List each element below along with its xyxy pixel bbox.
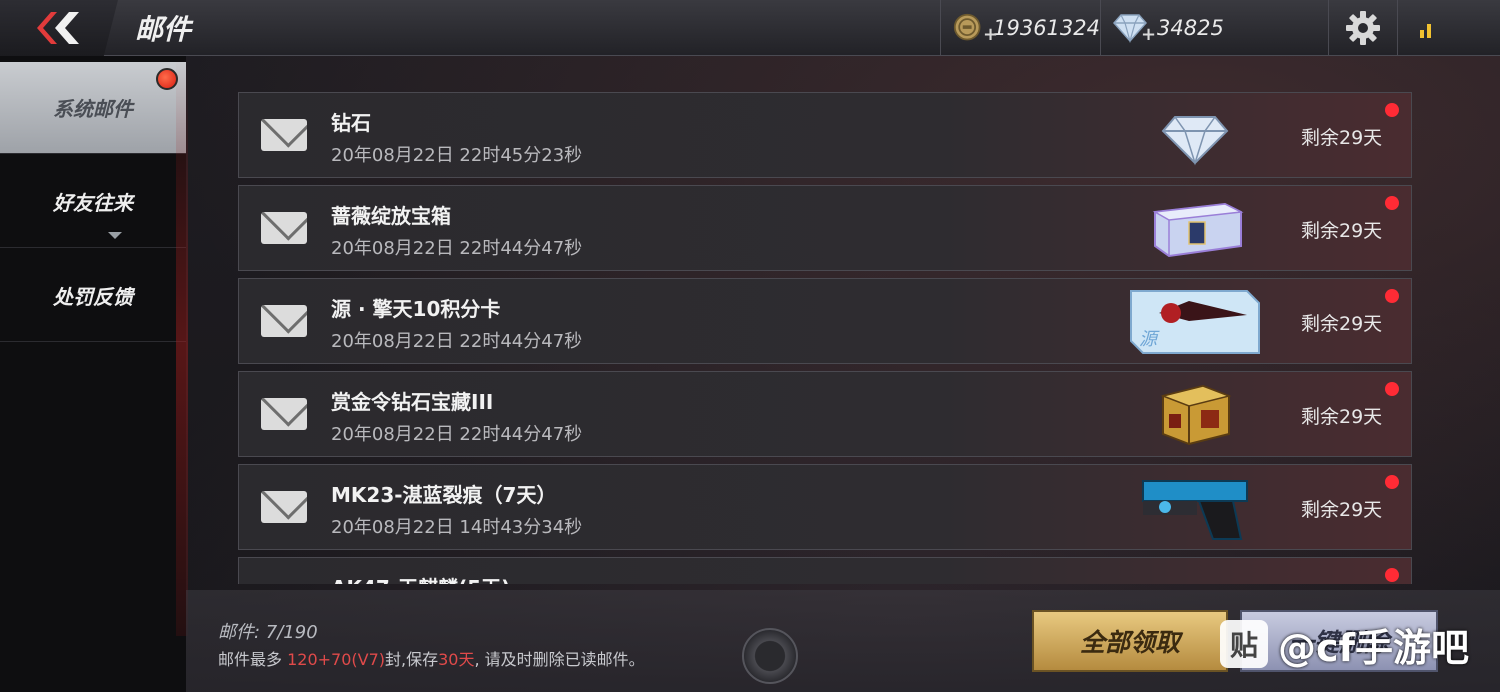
mail-remaining-days: 剩余29天 [1301, 220, 1383, 242]
watermark-text: @cf手游吧 [1278, 625, 1470, 670]
treasure-box-icon [1152, 202, 1244, 258]
tieba-logo: 贴 [1220, 620, 1268, 668]
gold-plus-icon[interactable]: + [983, 24, 998, 45]
sidebar-item-label: 处罚反馈 [53, 285, 133, 309]
settings-button[interactable] [1328, 0, 1398, 56]
page-title: 邮件 [135, 13, 192, 46]
mail-title: 钻石 [331, 111, 371, 135]
note-limit: 120+70(V7) [287, 650, 386, 669]
sidebar-item-penalty-feedback[interactable]: 处罚反馈 [0, 250, 186, 342]
sidebar-item-label: 系统邮件 [53, 97, 133, 121]
mail-time: 20年08月22日 22时44分47秒 [331, 424, 583, 445]
envelope-icon [261, 305, 307, 337]
claim-all-button[interactable]: 全部领取 [1032, 610, 1228, 672]
unread-dot [1385, 103, 1399, 117]
note-prefix: 邮件最多 [218, 650, 288, 669]
home-button[interactable] [742, 628, 798, 684]
gold-value: 19361324 [993, 16, 1100, 40]
mail-time: 20年08月22日 22时44分47秒 [331, 238, 583, 259]
double-chevron-left-icon [37, 12, 79, 44]
mail-count: 邮件: 7/190 [218, 622, 318, 643]
back-button[interactable] [0, 0, 118, 56]
mail-remaining-days: 剩余29天 [1301, 127, 1383, 149]
mail-title: 源 · 擎天10积分卡 [331, 297, 501, 321]
envelope-icon [261, 212, 307, 244]
envelope-icon [261, 119, 307, 151]
mail-title: AK47-天麒麟(5天) [331, 572, 510, 584]
mail-remaining-days: 剩余29天 [1301, 499, 1383, 521]
unread-dot [1385, 196, 1399, 210]
sidebar-item-friends-mail[interactable]: 好友往来 [0, 156, 186, 248]
mail-time: 20年08月22日 22时44分47秒 [331, 331, 583, 352]
mail-remaining-days: 剩余29天 [1301, 406, 1383, 428]
mail-row[interactable]: 源 · 擎天10积分卡 20年08月22日 22时44分47秒 源 剩余29天 [238, 278, 1412, 364]
notification-badge [156, 68, 178, 90]
points-card-icon: 源 [1130, 290, 1260, 354]
sidebar-item-system-mail[interactable]: 系统邮件 [0, 62, 186, 154]
pistol-icon [1142, 480, 1248, 540]
mail-list[interactable]: 钻石 20年08月22日 22时45分23秒 剩余29天 蔷薇绽放宝箱 20年0… [238, 92, 1412, 584]
dropdown-arrow-icon [108, 232, 122, 239]
note-suffix: , 请及时删除已读邮件。 [474, 650, 645, 669]
gold-currency[interactable]: + 19361324 [940, 0, 1100, 56]
mail-row[interactable]: MK23-湛蓝裂痕（7天） 20年08月22日 14时43分34秒 剩余29天 [238, 464, 1412, 550]
gear-icon [1346, 11, 1380, 45]
mail-title: 蔷薇绽放宝箱 [331, 204, 451, 228]
top-bar: 邮件 + 19361324 + 34825 [0, 0, 1500, 56]
rifle-icon [1129, 566, 1261, 584]
diamond-plus-icon[interactable]: + [1141, 24, 1156, 45]
diamond-icon [1161, 116, 1229, 166]
mail-storage-note: 邮件最多 120+70(V7)封,保存30天, 请及时删除已读邮件。 [218, 646, 645, 670]
envelope-icon [261, 398, 307, 430]
note-days: 30天 [438, 650, 475, 669]
unread-dot [1385, 475, 1399, 489]
unread-dot [1385, 568, 1399, 582]
gold-coin-icon [953, 13, 981, 41]
sidebar-item-label: 好友往来 [53, 191, 133, 215]
watermark: 贴 @cf手游吧 [1220, 612, 1469, 676]
mail-row[interactable]: 赏金令钻石宝藏III 20年08月22日 22时44分47秒 剩余29天 [238, 371, 1412, 457]
diamond-value: 34825 [1157, 16, 1224, 40]
mail-title: 赏金令钻石宝藏III [331, 390, 494, 414]
mail-title: MK23-湛蓝裂痕（7天） [331, 483, 557, 507]
note-mid: 封,保存 [385, 650, 439, 669]
unread-dot [1385, 382, 1399, 396]
mail-row[interactable]: AK47-天麒麟(5天) [238, 557, 1412, 584]
unread-dot [1385, 289, 1399, 303]
mail-time: 20年08月22日 14时43分34秒 [331, 517, 583, 538]
gold-chest-icon [1160, 384, 1232, 446]
diamond-currency[interactable]: + 34825 [1100, 0, 1240, 56]
card-label-text: 源 [1139, 329, 1160, 350]
mail-time: 20年08月22日 22时45分23秒 [331, 145, 583, 166]
mail-row[interactable]: 蔷薇绽放宝箱 20年08月22日 22时44分47秒 剩余29天 [238, 185, 1412, 271]
envelope-icon [261, 491, 307, 523]
sidebar: 系统邮件 好友往来 处罚反馈 [0, 56, 188, 692]
mail-remaining-days: 剩余29天 [1301, 313, 1383, 335]
mail-row[interactable]: 钻石 20年08月22日 22时45分23秒 剩余29天 [238, 92, 1412, 178]
signal-icon [1420, 24, 1431, 38]
sidebar-edge-glow [176, 56, 188, 636]
